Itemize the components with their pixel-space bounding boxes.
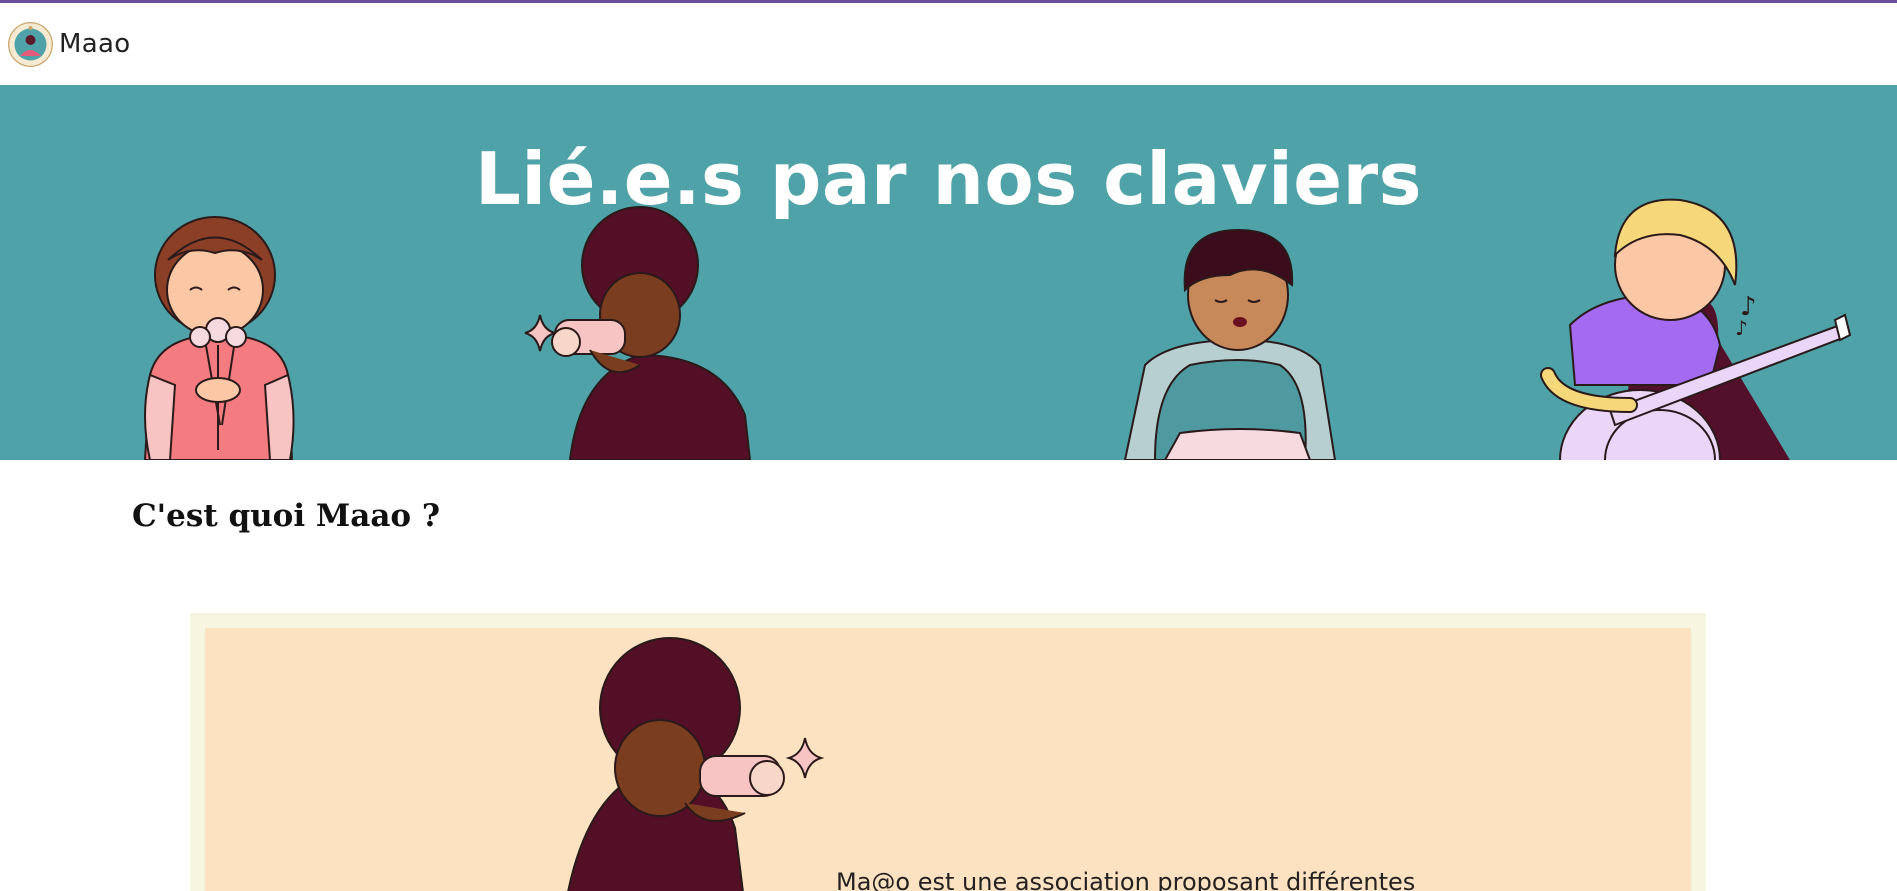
- boy-with-binoculars-icon: [551, 206, 752, 460]
- intro-card: Ma@o est une association proposant diffé…: [190, 613, 1706, 891]
- section-title: C'est quoi Maao ?: [132, 498, 441, 534]
- intro-text: Ma@o est une association proposant diffé…: [836, 868, 1416, 891]
- navbar: Maao: [0, 3, 1897, 85]
- girl-with-flowers-icon: [143, 216, 295, 460]
- maao-logo-icon[interactable]: [8, 21, 53, 67]
- intro-card-inner: Ma@o est une association proposant diffé…: [205, 628, 1691, 891]
- girl-with-guitar-icon: ♪ ♪: [1540, 198, 1852, 460]
- sparkle-icon: [524, 314, 556, 352]
- hero-illustrations: ♪ ♪: [143, 198, 1852, 460]
- hero-banner: Lié.e.s par nos claviers ♪ ♪: [0, 85, 1897, 460]
- brand-name[interactable]: Maao: [59, 29, 130, 59]
- boy-with-binoculars-icon: [567, 637, 825, 891]
- svg-text:♪: ♪: [1735, 316, 1748, 340]
- boy-reading-icon: [1123, 228, 1337, 460]
